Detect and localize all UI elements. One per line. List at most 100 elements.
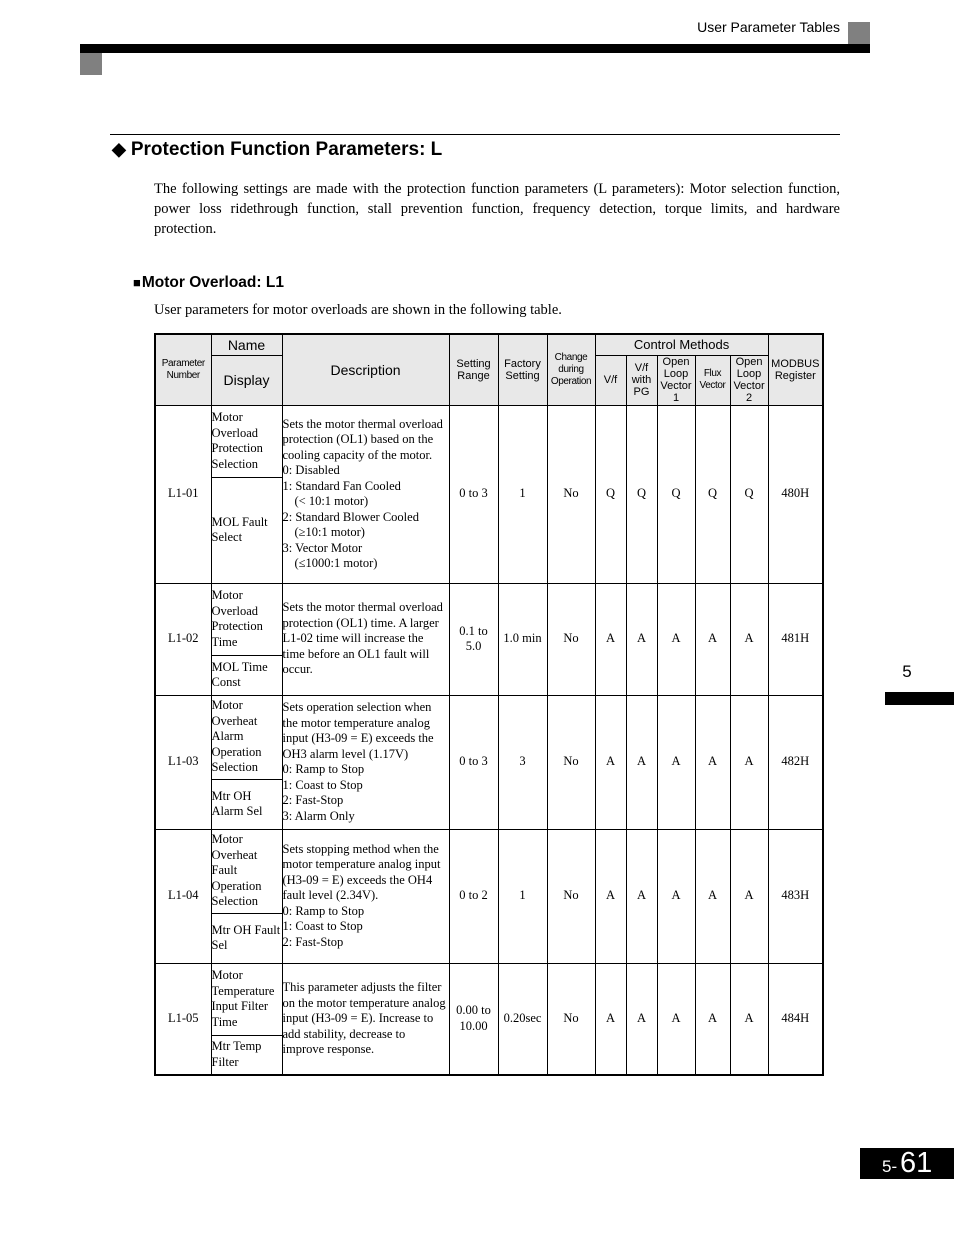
header-cm-flux: Flux Vector bbox=[694, 354, 731, 406]
page-number: 61 bbox=[900, 1147, 933, 1179]
subsection-title: ■Motor Overload: L1 bbox=[133, 274, 284, 292]
cell-change-during-operation: No bbox=[546, 694, 596, 830]
cell-control-method: A bbox=[656, 694, 696, 830]
cell-description: This parameter adjusts the filter on the… bbox=[281, 962, 450, 1076]
header-control-methods: Control Methods bbox=[594, 333, 769, 356]
cell-modbus-register: 481H bbox=[767, 582, 824, 696]
subsection-intro: User parameters for motor overloads are … bbox=[154, 302, 562, 318]
description-option: 2: Fast-Stop bbox=[282, 793, 344, 807]
chapter-tab-number: 5 bbox=[902, 662, 912, 681]
cell-control-method: A bbox=[694, 582, 731, 696]
header-cm-olv2: Open Loop Vector 2 bbox=[729, 354, 769, 406]
cell-control-method: A bbox=[594, 962, 627, 1076]
cell-parameter-number: L1-05 bbox=[154, 962, 212, 1076]
cell-modbus-register: 480H bbox=[767, 404, 824, 584]
section-title: ◆ Protection Function Parameters: L bbox=[112, 139, 442, 161]
cell-control-method: A bbox=[625, 694, 658, 830]
cell-change-during-operation: No bbox=[546, 962, 596, 1076]
cell-display: Mtr Temp Filter bbox=[210, 1034, 283, 1076]
description-option: (≥10:1 motor) bbox=[294, 525, 365, 539]
description-option: 0: Ramp to Stop bbox=[282, 762, 365, 776]
cell-modbus-register: 483H bbox=[767, 828, 824, 964]
table-row: L1-04 Motor Overheat Fault Operation Sele… bbox=[154, 828, 824, 964]
cell-control-method: Q bbox=[656, 404, 696, 584]
cell-description: Sets the motor thermal overload protecti… bbox=[281, 404, 450, 584]
description-option: (≤1000:1 motor) bbox=[294, 556, 378, 570]
description-option: (< 10:1 motor) bbox=[294, 494, 369, 508]
page-number-prefix: 5- bbox=[882, 1157, 898, 1176]
description-option: 1: Standard Fan Cooled bbox=[282, 478, 401, 493]
header-factory-setting: Factory Setting bbox=[497, 333, 548, 406]
cell-modbus-register: 482H bbox=[767, 694, 824, 830]
cell-control-method: Q bbox=[729, 404, 769, 584]
cell-parameter-number: L1-03 bbox=[154, 694, 212, 830]
cell-name: Motor Overload Protection Time bbox=[210, 582, 283, 656]
description-text: Sets the motor thermal overload protecti… bbox=[282, 600, 443, 677]
description-text: Sets stopping method when the motor temp… bbox=[282, 841, 441, 903]
cell-control-method: A bbox=[625, 962, 658, 1076]
description-option: 3: Alarm Only bbox=[282, 808, 355, 823]
running-header-title: User Parameter Tables bbox=[697, 19, 840, 35]
header-cm-olv1: Open Loop Vector 1 bbox=[656, 354, 696, 406]
cell-display: Mtr OH Fault Sel bbox=[210, 912, 283, 964]
diamond-icon: ◆ bbox=[112, 139, 126, 159]
header-change-during-operation: Change during Operation bbox=[546, 333, 596, 406]
cell-setting-range: 0 to 2 bbox=[448, 828, 499, 964]
cell-factory-setting: 1.0 min bbox=[497, 582, 548, 696]
description-option: 3: Vector Motor bbox=[282, 540, 363, 555]
table-row: L1-02 Motor Overload Protection Time Sets … bbox=[154, 582, 824, 696]
description-option: 2: Standard Blower Cooled bbox=[282, 509, 419, 524]
cell-parameter-number: L1-04 bbox=[154, 828, 212, 964]
cell-name: Motor Overload Protection Selection bbox=[210, 404, 283, 478]
cell-modbus-register: 484H bbox=[767, 962, 824, 1076]
cell-display: MOL Fault Select bbox=[210, 476, 283, 584]
header-marker-square-left bbox=[80, 53, 102, 75]
cell-control-method: A bbox=[656, 582, 696, 696]
cell-control-method: A bbox=[656, 962, 696, 1076]
cell-parameter-number: L1-01 bbox=[154, 404, 212, 584]
description-text: Sets the motor thermal overload protecti… bbox=[282, 416, 443, 462]
table-row: L1-01 Motor Overload Protection Selection… bbox=[154, 404, 824, 584]
cell-control-method: A bbox=[729, 828, 769, 964]
cell-control-method: A bbox=[694, 694, 731, 830]
parameter-table: Parameter Number Name Description Settin… bbox=[154, 333, 825, 1076]
header-name: Name bbox=[210, 333, 283, 356]
cell-display: Mtr OH Alarm Sel bbox=[210, 778, 283, 830]
cell-control-method: A bbox=[594, 828, 627, 964]
cell-name: Motor Overheat Alarm Operation Selection bbox=[210, 694, 283, 780]
square-icon: ■ bbox=[133, 275, 141, 290]
cell-factory-setting: 0.20sec bbox=[497, 962, 548, 1076]
cell-control-method: A bbox=[694, 828, 731, 964]
cell-control-method: A bbox=[625, 828, 658, 964]
cell-change-during-operation: No bbox=[546, 582, 596, 696]
cell-setting-range: 0.1 to 5.0 bbox=[448, 582, 499, 696]
cell-setting-range: 0 to 3 bbox=[448, 694, 499, 830]
cell-name: Motor Overheat Fault Operation Selection bbox=[210, 828, 283, 914]
description-option: 0: Ramp to Stop bbox=[282, 903, 365, 918]
section-title-text: Protection Function Parameters: L bbox=[130, 139, 443, 160]
description-text: This parameter adjusts the filter on the… bbox=[282, 980, 446, 1056]
section-intro: The following settings are made with the… bbox=[154, 181, 840, 237]
cell-setting-range: 0 to 3 bbox=[448, 404, 499, 584]
cell-change-during-operation: No bbox=[546, 828, 596, 964]
cell-setting-range: 0.00 to 10.00 bbox=[448, 962, 499, 1076]
header-marker-square bbox=[848, 22, 870, 44]
header-cm-vf: V/f bbox=[594, 354, 627, 406]
cell-control-method: A bbox=[694, 962, 731, 1076]
cell-display: MOL Time Const bbox=[210, 654, 283, 696]
header-display: Display bbox=[210, 354, 283, 406]
cell-description: Sets stopping method when the motor temp… bbox=[281, 828, 450, 964]
cell-factory-setting: 3 bbox=[497, 694, 548, 830]
cell-name: Motor Temperature Input Filter Time bbox=[210, 962, 283, 1036]
cell-control-method: Q bbox=[594, 404, 627, 584]
cell-control-method: A bbox=[625, 582, 658, 696]
cell-control-method: A bbox=[729, 962, 769, 1076]
header-modbus-register: MODBUS Register bbox=[767, 333, 824, 406]
header-setting-range: Setting Range bbox=[448, 333, 499, 406]
cell-control-method: Q bbox=[694, 404, 731, 584]
header-cm-vf-pg: V/f with PG bbox=[625, 354, 658, 406]
subsection-title-text: Motor Overload: L1 bbox=[141, 274, 284, 291]
header-parameter-number: Parameter Number bbox=[154, 333, 212, 406]
table-row: L1-05 Motor Temperature Input Filter Time… bbox=[154, 962, 824, 1076]
cell-factory-setting: 1 bbox=[497, 404, 548, 584]
